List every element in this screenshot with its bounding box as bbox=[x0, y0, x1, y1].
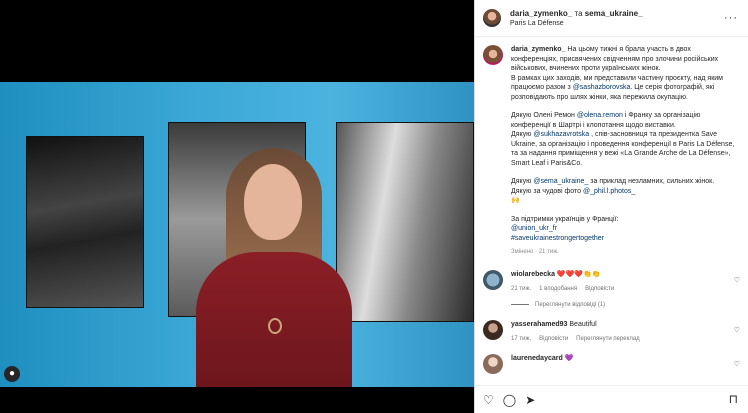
coauthor-connector: та bbox=[572, 9, 585, 18]
view-replies-button[interactable]: Переглянути відповіді (1) bbox=[511, 302, 740, 308]
commenter-username[interactable]: laurenedaycard bbox=[511, 355, 563, 362]
mention-link[interactable]: @sashazborovska bbox=[573, 84, 631, 91]
commenter-avatar[interactable] bbox=[483, 319, 503, 340]
woman-portrait bbox=[188, 128, 360, 387]
mention-link[interactable]: @sema_ukraine_ bbox=[533, 178, 588, 185]
comment-icon[interactable]: ◯ bbox=[503, 394, 516, 406]
bookmark-icon[interactable]: ⊓ bbox=[729, 393, 738, 405]
hashtag-link[interactable]: #saveukrainestrongertogether bbox=[511, 235, 604, 242]
caption-username[interactable]: daria_zymenko_ bbox=[511, 46, 565, 53]
exhibition-photo-left bbox=[26, 136, 144, 308]
reply-button[interactable]: Відповісти bbox=[539, 336, 568, 342]
view-replies-label: Переглянути відповіді (1) bbox=[535, 301, 606, 308]
comment-item: laurenedaycard 💜 ♡ bbox=[483, 353, 740, 374]
comment-item: wiolarebecka ❤️❤️❤️👏👏 21 тиж. 1 вподобан… bbox=[483, 269, 740, 292]
more-options-icon[interactable]: ··· bbox=[724, 12, 738, 24]
comment-text: 💜 bbox=[562, 354, 574, 362]
commenter-avatar[interactable] bbox=[483, 353, 503, 374]
mention-link[interactable]: @_phil.l.photos_ bbox=[583, 188, 635, 195]
reply-button[interactable]: Відповісти bbox=[585, 286, 614, 292]
post-photo[interactable] bbox=[0, 82, 474, 387]
caption-paragraph-5: За підтримки українців у Франції: bbox=[511, 215, 619, 223]
share-icon[interactable]: ➤ bbox=[525, 394, 535, 406]
caption-paragraph-3a: Дякую Олені Ремон bbox=[511, 112, 577, 119]
mention-link[interactable]: @sukhazavrotska bbox=[533, 131, 589, 138]
comment-text: ❤️❤️❤️👏👏 bbox=[554, 270, 601, 278]
comment-time[interactable]: 17 тиж. bbox=[511, 336, 531, 342]
caption-paragraph-4a: Дякую bbox=[511, 178, 534, 185]
author-username[interactable]: daria_zymenko_ bbox=[510, 9, 572, 18]
comment-like-heart-icon[interactable]: ♡ bbox=[734, 276, 740, 284]
coauthor-username[interactable]: sema_ukraine_ bbox=[585, 9, 643, 18]
caption-author-avatar[interactable] bbox=[483, 45, 503, 65]
post-side-panel: daria_zymenko_ та sema_ukraine_ Paris La… bbox=[474, 0, 748, 413]
replies-dash bbox=[511, 304, 529, 305]
post-location[interactable]: Paris La Défense bbox=[510, 20, 643, 27]
post-caption: daria_zymenko_ На цьому тижні я брала уч… bbox=[483, 45, 740, 258]
caption-edited-time: Змінено · 21 тиж. bbox=[511, 249, 559, 255]
instagram-post-modal: ● daria_zymenko_ та sema_ukraine_ Paris … bbox=[0, 0, 748, 413]
caption-paragraph-4b: за приклад незламних, сильних жінок. bbox=[588, 178, 715, 185]
post-media: ● bbox=[0, 0, 474, 413]
like-heart-icon[interactable]: ♡ bbox=[483, 394, 494, 406]
comment-time[interactable]: 21 тиж. bbox=[511, 286, 531, 292]
see-translation-button[interactable]: Переглянути переклад bbox=[576, 336, 640, 342]
commenter-username[interactable]: yasserahamed93 bbox=[511, 321, 567, 328]
author-avatar[interactable] bbox=[483, 9, 501, 27]
caption-paragraph-3c: Дякую bbox=[511, 131, 534, 138]
comment-item: yasserahamed93 Beautiful 17 тиж. Відпові… bbox=[483, 319, 740, 342]
tagged-users-icon[interactable]: ● bbox=[4, 366, 20, 382]
commenter-avatar[interactable] bbox=[483, 269, 503, 290]
post-header: daria_zymenko_ та sema_ukraine_ Paris La… bbox=[475, 0, 748, 37]
comment-likes[interactable]: 1 вподобання bbox=[539, 286, 577, 292]
comment-text: Beautiful bbox=[567, 320, 597, 328]
commenter-username[interactable]: wiolarebecka bbox=[511, 271, 555, 278]
mention-link[interactable]: @union_ukr_fr bbox=[511, 225, 557, 232]
comments-scroll-area[interactable]: daria_zymenko_ На цьому тижні я брала уч… bbox=[475, 37, 748, 385]
post-actions-bar: ♡ ◯ ➤ ⊓ bbox=[475, 385, 748, 413]
caption-emoji: 🙌 bbox=[511, 197, 520, 204]
caption-paragraph-4c: Дякую за чудові фото bbox=[511, 187, 583, 195]
mention-link[interactable]: @olena.remon bbox=[577, 112, 623, 119]
comment-like-heart-icon[interactable]: ♡ bbox=[734, 326, 740, 334]
comment-like-heart-icon[interactable]: ♡ bbox=[734, 360, 740, 368]
